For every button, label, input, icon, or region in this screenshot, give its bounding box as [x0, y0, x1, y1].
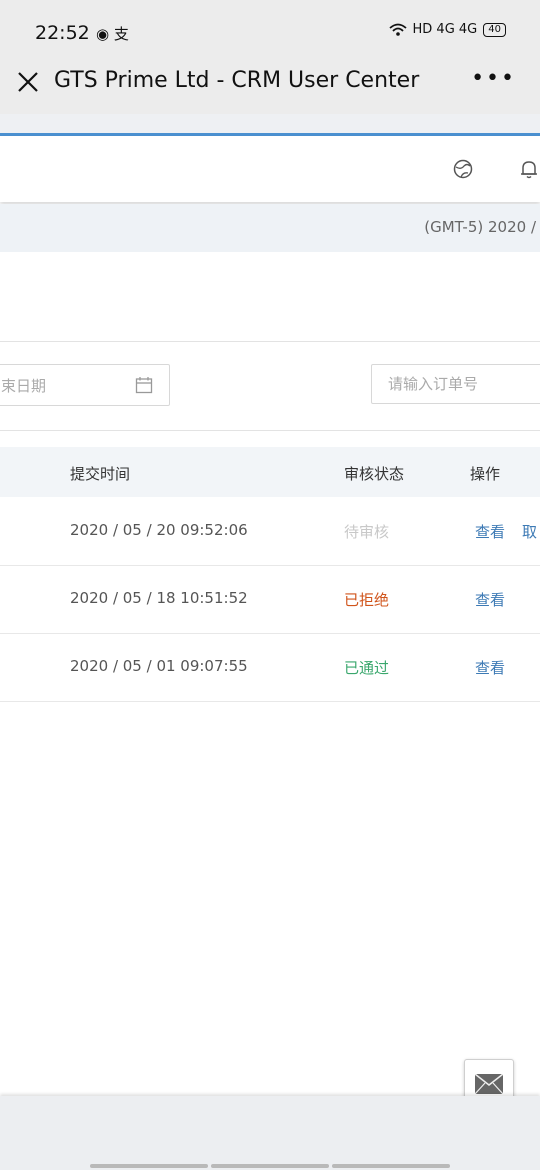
nav-indicator — [211, 1164, 329, 1168]
battery-icon: 40 — [483, 22, 506, 37]
header-action: 操作 — [470, 465, 501, 483]
page-title: GTS Prime Ltd - CRM User Center — [54, 68, 420, 93]
status-badge: 待审核 — [344, 523, 390, 541]
view-link[interactable]: 查看 — [475, 657, 505, 678]
table-row: 2020 / 05 / 18 10:51:52 已拒绝 查看 — [0, 565, 540, 634]
table-row: 2020 / 05 / 20 09:52:06 待审核 查看 取 — [0, 497, 540, 566]
status-badge: 已拒绝 — [344, 591, 390, 609]
timezone-bar: (GMT-5) 2020 / — [0, 204, 540, 252]
status-right-icons: HD 4G 4G 40 — [388, 22, 506, 37]
submit-time: 2020 / 05 / 20 09:52:06 — [70, 521, 248, 539]
divider — [0, 430, 540, 431]
status-bar: 22:52 ◉ 支 HD 4G 4G 40 — [0, 0, 540, 64]
order-number-input[interactable] — [371, 364, 540, 404]
more-icon[interactable]: ••• — [471, 66, 516, 91]
close-icon[interactable] — [14, 68, 42, 96]
table-header: 提交时间 审核状态 操作 — [0, 447, 540, 497]
bell-icon[interactable] — [518, 158, 540, 180]
table-row: 2020 / 05 / 01 09:07:55 已通过 查看 — [0, 633, 540, 702]
submit-time: 2020 / 05 / 01 09:07:55 — [70, 657, 248, 675]
view-link[interactable]: 查看 — [475, 589, 505, 610]
app-header — [0, 136, 540, 202]
divider — [0, 341, 540, 342]
globe-icon[interactable] — [452, 158, 474, 180]
timezone-text: (GMT-5) 2020 / — [424, 218, 536, 236]
network-indicator: HD 4G 4G — [412, 22, 478, 37]
end-date-placeholder: 束日期 — [1, 377, 47, 395]
submit-time: 2020 / 05 / 18 10:51:52 — [70, 589, 248, 607]
cancel-link[interactable]: 取 — [522, 521, 537, 542]
nav-indicator — [332, 1164, 450, 1168]
view-link[interactable]: 查看 — [475, 521, 505, 542]
nav-indicator — [90, 1164, 208, 1168]
header-submit-time: 提交时间 — [70, 465, 131, 483]
wifi-icon — [388, 23, 407, 36]
calendar-icon — [135, 377, 153, 394]
status-time: 22:52 — [35, 22, 90, 44]
title-bar: GTS Prime Ltd - CRM User Center ••• — [0, 64, 540, 114]
mail-icon — [475, 1074, 503, 1094]
notification-icons: ◉ 支 — [96, 25, 129, 43]
header-status: 审核状态 — [344, 465, 405, 483]
status-badge: 已通过 — [344, 659, 390, 677]
bottom-bar — [0, 1096, 540, 1170]
end-date-picker[interactable]: 束日期 — [0, 364, 170, 406]
